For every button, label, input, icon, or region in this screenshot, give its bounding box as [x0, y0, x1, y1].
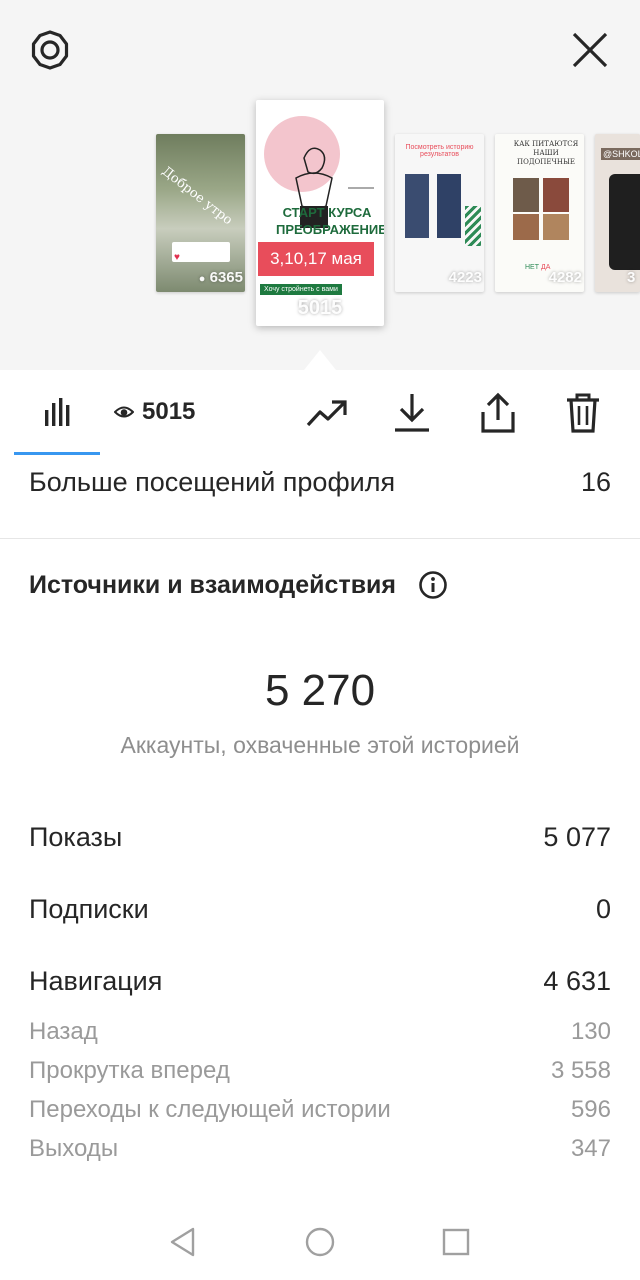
- story-photo: [513, 214, 539, 240]
- profile-visits-label: Больше посещений профиля: [29, 466, 396, 497]
- story-cta: Хочу стройнеть с вами: [260, 284, 342, 295]
- reach-label: Аккаунты, охваченные этой историей: [120, 732, 520, 758]
- story-views-count: 5015: [297, 297, 343, 319]
- story-photo: [405, 174, 429, 238]
- story-photo: [609, 174, 640, 270]
- profile-visits-row: Больше посещений профиля 16: [29, 464, 611, 500]
- navigation-exits-row: Выходы 347: [29, 1135, 611, 1163]
- home-circle-icon[interactable]: [304, 1226, 336, 1258]
- story-text: Посмотреть историю результатов: [405, 144, 474, 158]
- section-title: Источники и взаимодействия: [29, 570, 397, 599]
- navigation-value: 4 631: [543, 965, 611, 996]
- share-icon[interactable]: [476, 390, 520, 436]
- profile-visits-value: 16: [580, 466, 611, 497]
- navigation-exits-value: 347: [570, 1135, 611, 1162]
- story-photo: [437, 174, 461, 238]
- story-title: СТАРТ КУРСА ПРЕОБРАЖЕНИЕ: [276, 205, 384, 237]
- story-thumbnail[interactable]: КАК ПИТАЮТСЯ НАШИ ПОДОПЕЧНЫЕ НЕТ ДА 4282: [495, 134, 584, 292]
- navigation-back-row: Назад 130: [29, 1018, 611, 1046]
- story-thumbnail-selected[interactable]: СТАРТ КУРСА ПРЕОБРАЖЕНИЕ 3,10,17 мая Хоч…: [256, 100, 384, 326]
- story-views: 4282: [495, 269, 584, 286]
- eye-icon: [114, 406, 134, 418]
- section-header: Источники и взаимодействия: [29, 570, 448, 600]
- story-dates: 3,10,17 мая: [258, 242, 374, 276]
- story-views: ● 6365: [156, 269, 245, 286]
- follows-label: Подписки: [29, 893, 149, 924]
- story-photo: [543, 178, 569, 212]
- bar-chart-icon[interactable]: [36, 390, 80, 434]
- story-sticker: [172, 242, 230, 262]
- navigation-forward-row: Прокрутка вперед 3 558: [29, 1057, 611, 1085]
- back-triangle-icon[interactable]: [168, 1226, 198, 1258]
- story-views: 4223: [395, 269, 484, 286]
- download-icon[interactable]: [390, 390, 434, 436]
- story-text: Доброе утро: [158, 164, 236, 229]
- story-toolbar: 5015: [0, 370, 640, 456]
- story-text: @SHKOLA.S: [601, 148, 640, 160]
- navigation-next-story-value: 596: [570, 1096, 611, 1123]
- navigation-next-story-label: Переходы к следующей истории: [29, 1096, 391, 1123]
- eye-icon: ●: [198, 273, 206, 285]
- story-title: КАК ПИТАЮТСЯ НАШИ ПОДОПЕЧНЫЕ: [513, 140, 579, 166]
- story-thumbnail[interactable]: Посмотреть историю результатов 4223: [395, 134, 484, 292]
- reach-value: 5 270: [264, 666, 376, 715]
- story-views-count: 4282: [548, 269, 582, 286]
- impressions-value: 5 077: [543, 821, 611, 852]
- impressions-label: Показы: [29, 821, 123, 852]
- story-views: 5015: [256, 297, 384, 320]
- follows-value: 0: [595, 893, 611, 924]
- story-thumbnail[interactable]: Доброе утро ♥ ● 6365: [156, 134, 245, 292]
- trending-icon[interactable]: [304, 392, 350, 436]
- insights-tab-indicator: [14, 452, 100, 455]
- story-decoration: [465, 206, 481, 246]
- navigation-next-story-row: Переходы к следующей истории 596: [29, 1096, 611, 1124]
- story-photo: [543, 214, 569, 240]
- section-divider: [0, 538, 640, 539]
- story-views-count: 4223: [448, 269, 482, 286]
- selected-story-pointer: [304, 350, 336, 370]
- trash-icon[interactable]: [561, 390, 605, 436]
- close-icon[interactable]: [568, 28, 612, 72]
- navigation-forward-label: Прокрутка вперед: [29, 1057, 230, 1084]
- navigation-label: Навигация: [29, 965, 163, 996]
- navigation-exits-label: Выходы: [29, 1135, 119, 1162]
- navigation-back-label: Назад: [29, 1018, 98, 1045]
- follows-row: Подписки 0: [29, 890, 611, 928]
- info-icon[interactable]: [418, 570, 448, 600]
- views-counter: 5015: [114, 398, 195, 426]
- system-navigation-bar: [0, 1202, 640, 1280]
- story-views: 3: [595, 269, 640, 286]
- navigation-row: Навигация 4 631: [29, 962, 611, 1000]
- impressions-row: Показы 5 077: [29, 818, 611, 856]
- gear-icon[interactable]: [28, 28, 72, 72]
- views-count: 5015: [142, 398, 196, 425]
- navigation-forward-value: 3 558: [550, 1057, 611, 1084]
- navigation-back-value: 130: [570, 1018, 611, 1045]
- story-photo: [513, 178, 539, 212]
- story-thumbnail[interactable]: @SHKOLA.S 3: [595, 134, 640, 292]
- story-views-count: 6365: [209, 269, 243, 286]
- recents-square-icon[interactable]: [441, 1227, 471, 1257]
- heart-icon: ♥: [174, 252, 180, 263]
- story-views-count: 3: [627, 269, 636, 286]
